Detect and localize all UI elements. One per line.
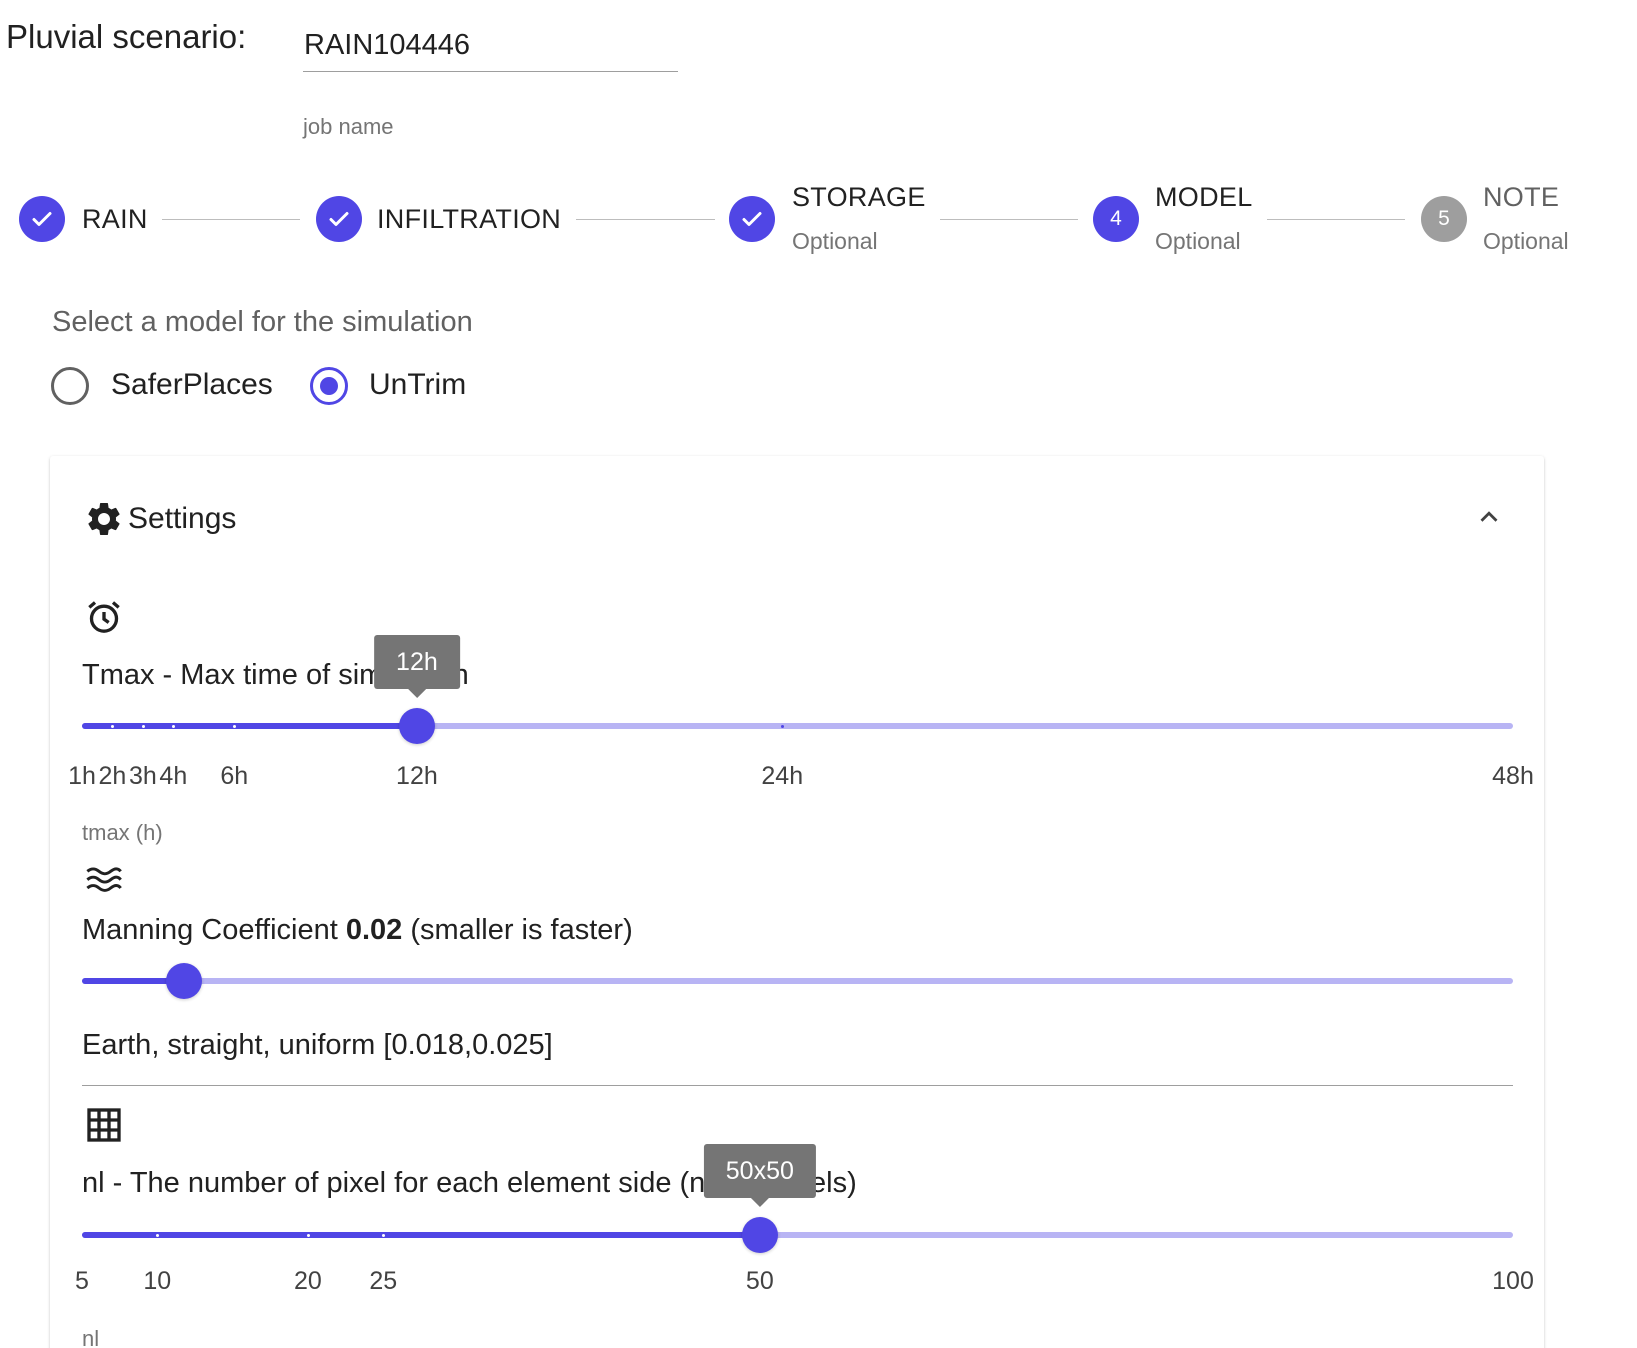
- nl-tick-label: 20: [294, 1267, 322, 1295]
- tmax-tick-label: 2h: [98, 762, 127, 790]
- settings-title: Settings: [128, 502, 237, 535]
- step-storage-icon[interactable]: [729, 196, 775, 242]
- tmax-hint: tmax (h): [82, 820, 163, 845]
- nl-slider-thumb[interactable]: [741, 1217, 778, 1253]
- manning-value: 0.02: [345, 914, 403, 946]
- manning-label-prefix: Manning Coefficient: [82, 914, 346, 946]
- nl-tick-label: 100: [1492, 1267, 1534, 1295]
- tmax-tick-label: 4h: [159, 762, 188, 790]
- step-rain-label[interactable]: RAIN: [82, 204, 148, 235]
- alarm-clock-icon: [84, 597, 124, 637]
- step-connector: [940, 219, 1078, 220]
- model-prompt: Select a model for the simulation: [52, 306, 473, 338]
- step-connector: [576, 219, 715, 220]
- settings-panel: [50, 456, 1544, 1348]
- nl-track-fill: [82, 1232, 760, 1238]
- tmax-tick-label: 1h: [68, 762, 96, 790]
- manning-track: [82, 978, 1513, 984]
- manning-label: Manning Coefficient 0.02 (smaller is fas…: [82, 914, 633, 947]
- divider: [82, 1085, 1513, 1086]
- tmax-slider-thumb[interactable]: [398, 708, 435, 744]
- waves-icon: [84, 858, 124, 898]
- nl-slider[interactable]: 50x50: [82, 1144, 1513, 1253]
- step-connector: [1267, 219, 1405, 220]
- step-rain-icon[interactable]: [19, 196, 65, 242]
- manning-slider-thumb[interactable]: [166, 963, 203, 999]
- nl-tick-label: 10: [143, 1267, 172, 1295]
- nl-tick-label: 25: [369, 1267, 398, 1295]
- step-infiltration-label[interactable]: INFILTRATION: [377, 204, 561, 235]
- grid-icon: [84, 1105, 124, 1145]
- step-model-label[interactable]: MODEL: [1155, 182, 1253, 213]
- tmax-track: [82, 723, 1513, 729]
- nl-hint: nl: [82, 1326, 100, 1348]
- job-name-input[interactable]: [303, 20, 678, 72]
- step-model-sub: Optional: [1155, 228, 1241, 254]
- tmax-mark: [781, 725, 785, 728]
- radio-untrim-label[interactable]: UnTrim: [369, 368, 466, 402]
- nl-value-tooltip: 50x50: [703, 1144, 816, 1207]
- step-storage-label[interactable]: STORAGE: [792, 182, 926, 213]
- nl-tick-label: 5: [75, 1267, 89, 1295]
- tmax-track-fill: [82, 723, 417, 729]
- step-note-sub: Optional: [1483, 228, 1569, 254]
- step-infiltration-icon[interactable]: [316, 196, 362, 242]
- radio-untrim[interactable]: [310, 367, 348, 405]
- nl-tick-label: 50: [745, 1267, 774, 1295]
- gear-icon: [84, 499, 124, 539]
- step-storage-sub: Optional: [792, 228, 878, 254]
- step-connector: [162, 219, 300, 220]
- chevron-up-icon[interactable]: [1474, 502, 1504, 532]
- manning-description: Earth, straight, uniform [0.018,0.025]: [82, 1029, 553, 1061]
- radio-saferplaces-label[interactable]: SaferPlaces: [111, 368, 273, 402]
- manning-label-suffix: (smaller is faster): [402, 914, 633, 946]
- check-icon: [742, 212, 762, 226]
- tmax-mark: [141, 725, 145, 728]
- nl-mark: [306, 1234, 310, 1237]
- tmax-tick-label: 6h: [220, 762, 249, 790]
- tmax-tick-label: 24h: [761, 762, 804, 790]
- step-model-number[interactable]: 4: [1093, 196, 1139, 242]
- step-note-number[interactable]: 5: [1421, 196, 1467, 242]
- tmax-tick-label: 3h: [128, 762, 157, 790]
- nl-track: [82, 1232, 1513, 1238]
- nl-tick-labels: 5 10 20 25 50 100: [75, 1267, 1534, 1299]
- manning-slider[interactable]: [82, 963, 1513, 999]
- step-note-label[interactable]: NOTE: [1483, 182, 1559, 213]
- tmax-tick-labels: 1h 2h 3h 4h 6h 12h 24h 48h: [68, 762, 1534, 794]
- job-name-hint: job name: [303, 114, 394, 139]
- page-title: Pluvial scenario:: [6, 18, 247, 55]
- tmax-tick-label: 12h: [396, 762, 438, 790]
- check-icon: [32, 212, 52, 226]
- tmax-tick-label: 48h: [1492, 762, 1534, 790]
- tmax-value-tooltip: 12h: [374, 635, 460, 698]
- check-icon: [329, 212, 349, 226]
- stepper: RAIN INFILTRATION STORAGE Optional 4 MOD…: [0, 170, 1637, 260]
- radio-saferplaces[interactable]: [51, 367, 89, 405]
- tmax-slider[interactable]: 12h: [82, 635, 1513, 744]
